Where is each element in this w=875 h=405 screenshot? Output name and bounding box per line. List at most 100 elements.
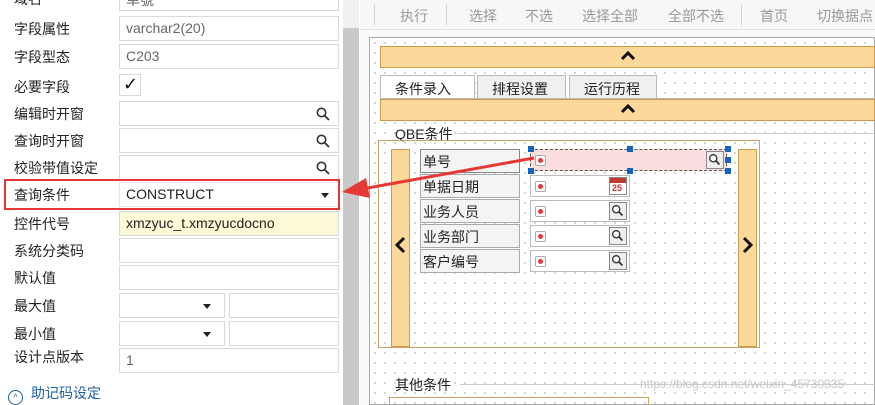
control-id-input[interactable]: xmzyuc_t.xmzyucdocno [119,211,339,236]
selection-handle[interactable] [725,157,731,163]
prop-row-system-class: 系统分类码 [0,237,345,264]
prop-label-field-type: 字段型态 [14,49,70,65]
max-value-select[interactable] [119,293,225,318]
field-type-input[interactable]: C203 [119,44,339,69]
deselect-button[interactable]: 不选 [525,6,553,26]
max-value-input[interactable] [229,293,339,318]
prop-row-default: 默认值 [0,264,345,291]
prop-label-query-window: 查询时开窗 [14,133,84,149]
prop-row-validation: 校验带值设定 [0,154,345,181]
required-checkbox[interactable]: ✓ [119,74,141,96]
prop-label-field-attr: 字段属性 [14,21,70,37]
qbe-label-department[interactable]: 业务部门 [420,224,520,248]
system-class-input[interactable] [119,238,339,263]
chevron-up-icon: ^ [8,390,23,405]
prop-label-domain: 域名 [14,0,42,9]
prop-row-version: 设计点版本 1 [0,346,345,373]
version-input[interactable]: 1 [119,348,339,373]
check-icon: ✓ [123,74,139,94]
prop-row-field-type: 字段型态 C203 [0,43,345,70]
toolbar-separator [374,4,375,26]
collapse-band-tabs[interactable] [380,99,875,121]
lookup-icon[interactable] [609,202,627,220]
prop-label-control-id: 控件代号 [14,216,70,232]
required-dot-icon [535,206,546,217]
tab-run-history[interactable]: 运行历程 [569,75,657,99]
prop-row-field-attr: 字段属性 varchar2(20) [0,15,345,42]
chevron-down-icon [203,304,211,309]
prop-label-system-class: 系统分类码 [14,243,84,259]
prop-label-min: 最小值 [14,326,56,342]
prop-row-edit-window: 编辑时开窗 [0,100,345,127]
chevron-right-icon [742,236,754,254]
selection-handle[interactable] [627,168,633,174]
required-dot-icon [535,231,546,242]
min-value-select[interactable] [119,321,225,346]
qbe-group-line [457,133,875,134]
selection-handle[interactable] [528,146,534,152]
prop-value-domain[interactable]: 单號 [119,0,339,11]
edit-window-input[interactable] [119,101,339,126]
tab-condition-entry[interactable]: 条件录入 [380,75,475,99]
default-value-input[interactable] [119,265,339,290]
query-window-input[interactable] [119,128,339,153]
tab-schedule-settings[interactable]: 排程设置 [477,75,566,99]
calendar-icon[interactable]: 25 [609,177,627,195]
chevron-down-icon [203,332,211,337]
selection-handle[interactable] [725,146,731,152]
required-dot-icon [535,155,546,166]
required-dot-icon [535,181,546,192]
first-page-button[interactable]: 首页 [760,6,788,26]
prop-row-control-id: 控件代号 xmzyuc_t.xmzyucdocno [0,210,345,237]
qbe-label-salesperson[interactable]: 业务人员 [420,199,520,223]
qbe-label-doc-no[interactable]: 单号 [420,149,520,173]
prop-label-default: 默认值 [14,270,56,286]
field-attr-input[interactable]: varchar2(20) [119,16,339,41]
prop-label-validation: 校验带值设定 [14,160,98,176]
selection-handle[interactable] [528,168,534,174]
prop-row-query-window: 查询时开窗 [0,127,345,154]
highlight-box [4,179,340,210]
search-icon[interactable] [316,161,330,175]
qbe-input-doc-date[interactable]: 25 [530,175,630,197]
prop-label-version: 设计点版本 [14,349,84,365]
prop-label-max: 最大值 [14,298,56,314]
execute-button[interactable]: 执行 [400,6,428,26]
chevron-left-icon [394,236,406,254]
required-dot-icon [535,256,546,267]
deselect-all-button[interactable]: 全部不选 [668,6,724,26]
lookup-icon[interactable] [706,151,724,169]
qbe-left-bar[interactable] [391,149,410,347]
selection-handle[interactable] [725,168,731,174]
qbe-input-department[interactable] [530,225,630,247]
mnemonic-settings-link[interactable]: ^ 助记码设定 [8,383,101,405]
qbe-right-bar[interactable] [738,149,757,347]
toolbar-separator [741,4,742,26]
other-conditions-frame [389,397,649,405]
mnemonic-settings-label: 助记码设定 [31,385,101,401]
watermark: https://blog.csdn.net/weixin_45730335 [640,377,845,391]
search-icon[interactable] [316,134,330,148]
search-icon[interactable] [316,107,330,121]
toolbar-separator [446,4,447,26]
prop-label-required: 必要字段 [14,79,70,95]
validation-input[interactable] [119,155,339,180]
prop-label-edit-window: 编辑时开窗 [14,106,84,122]
qbe-input-customer-no[interactable] [530,250,630,272]
chevron-up-icon [620,51,635,61]
prop-row-max: 最大值 [0,292,345,319]
property-panel-scrollbar-thumb[interactable] [343,28,359,405]
select-button[interactable]: 选择 [469,6,497,26]
other-group-title: 其他条件 [395,377,451,393]
collapse-band-top[interactable] [380,46,875,68]
qbe-input-salesperson[interactable] [530,200,630,222]
switch-site-button[interactable]: 切换据点 [817,6,873,26]
selection-handle[interactable] [627,146,633,152]
qbe-label-doc-date[interactable]: 单据日期 [420,174,520,198]
min-value-input[interactable] [229,321,339,346]
lookup-icon[interactable] [609,227,627,245]
lookup-icon[interactable] [609,252,627,270]
chevron-up-icon [620,104,635,114]
qbe-label-customer-no[interactable]: 客户编号 [420,249,520,273]
select-all-button[interactable]: 选择全部 [582,6,638,26]
